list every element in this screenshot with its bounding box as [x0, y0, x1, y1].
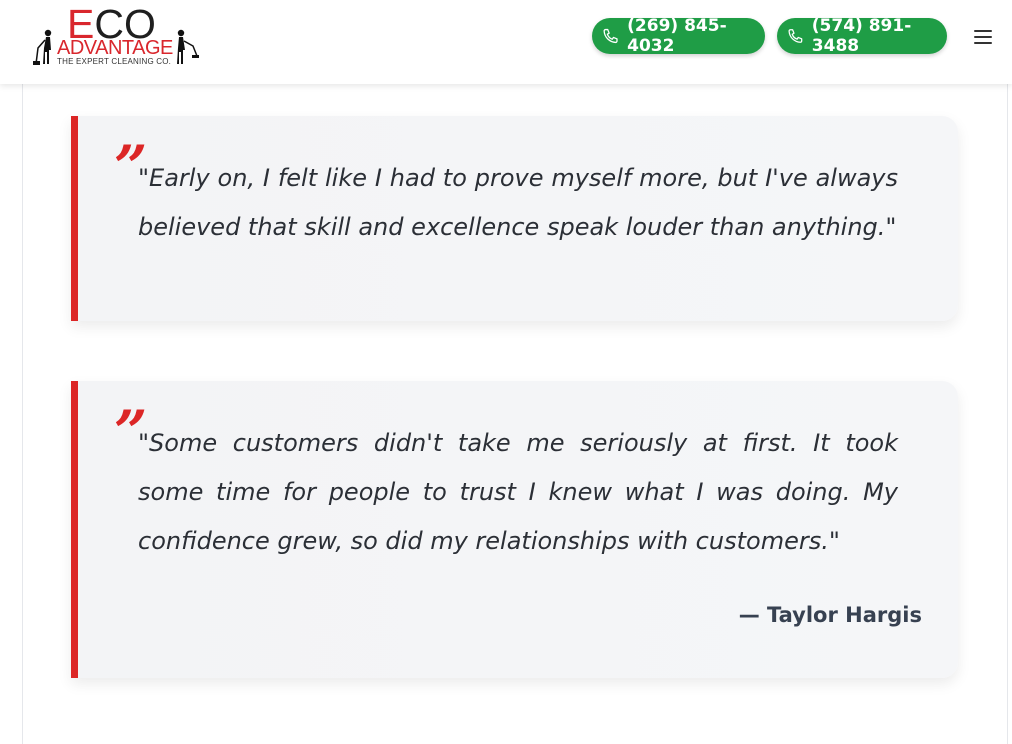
phone-icon	[788, 29, 803, 43]
testimonial-text: "Some customers didn't take me seriously…	[138, 429, 898, 555]
phone-icon	[603, 28, 618, 44]
phone-number-label: (269) 845-4032	[627, 16, 727, 56]
logo-tagline: THE EXPERT CLEANING CO.	[57, 57, 172, 66]
logo-advantage-text: ADVANTAGE	[57, 37, 173, 59]
call-button-574[interactable]: (574) 891-3488	[777, 16, 947, 56]
cleaner-figure-icon	[33, 29, 52, 65]
testimonial-card: ” "Early on, I felt like I had to prove …	[71, 116, 958, 321]
call-button-269[interactable]: (269) 845-4032	[592, 16, 765, 56]
site-header: ECO ADVANTAGE THE EXPERT CLEANING CO. (2…	[0, 0, 1012, 84]
eco-advantage-logo[interactable]: ECO ADVANTAGE THE EXPERT CLEANING CO.	[33, 2, 201, 70]
testimonial-card: ” "Some customers didn't take me serious…	[71, 381, 958, 678]
testimonial-author: — Taylor Hargis	[738, 603, 922, 627]
phone-number-label: (574) 891-3488	[811, 16, 912, 56]
hamburger-menu-icon[interactable]	[971, 26, 995, 48]
testimonial-text: "Early on, I felt like I had to prove my…	[138, 164, 898, 241]
cleaner-figure-icon	[177, 29, 199, 64]
